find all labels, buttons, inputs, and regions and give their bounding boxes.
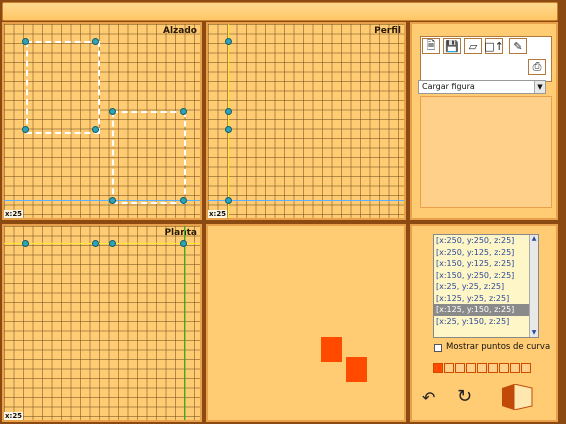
planta-view[interactable]: Planta x:25 [2,224,202,422]
plane-icon[interactable]: ▱ [464,38,482,54]
shape-outline [26,41,100,134]
show-curve-points-checkbox[interactable] [434,344,442,352]
vertex-point[interactable] [180,197,187,204]
load-figure-select[interactable]: Cargar figura ▼ [418,80,546,94]
vertex-point[interactable] [180,108,187,115]
alzado-view[interactable]: Alzado x:25 [2,22,202,220]
vertex-point[interactable] [225,197,232,204]
point-list-item[interactable]: [x:125, y:150, z:25] [434,304,538,316]
vertex-point[interactable] [92,38,99,45]
vertex-point[interactable] [109,197,116,204]
3d-cube-face [346,357,367,382]
scrollbar[interactable]: ▲ ▼ [529,235,538,337]
scale-label: x:25 [4,412,24,420]
rotate-vertical-icon[interactable]: ↻ [457,386,472,407]
scroll-up-icon[interactable]: ▲ [530,235,538,243]
color-swatch[interactable] [510,363,520,373]
perfil-title: Perfil [374,26,401,36]
point-list-item[interactable]: [x:25, y:25, z:25] [434,281,538,293]
color-swatch[interactable] [488,363,498,373]
color-swatch[interactable] [521,363,531,373]
vertex-point[interactable] [22,126,29,133]
color-swatch[interactable] [499,363,509,373]
door-icon[interactable] [500,383,534,411]
extrude-icon[interactable]: □↑ [484,38,504,54]
point-list-item[interactable]: [x:150, y:125, z:25] [434,258,538,270]
point-list-item[interactable]: [x:25, y:150, z:25] [434,316,538,328]
point-list[interactable]: [x:250, y:250, z:25] [x:250, y:125, z:25]… [433,234,539,338]
scale-label: x:25 [208,210,228,218]
point-list-item[interactable]: [x:125, y:25, z:25] [434,293,538,305]
rotate-horizontal-icon[interactable]: ↶ [422,388,435,407]
perfil-view[interactable]: Perfil x:25 [206,22,406,220]
vertex-point[interactable] [92,126,99,133]
point-list-item[interactable]: [x:150, y:250, z:25] [434,270,538,282]
vertex-point[interactable] [180,240,187,247]
eraser-icon[interactable]: ✎ [509,38,527,54]
scale-label: x:25 [4,210,24,218]
vertex-point[interactable] [109,108,116,115]
tools-panel: 🗎 💾 ▱ □↑ ✎ ⎙ [410,22,558,220]
3d-cube-face [321,337,342,362]
load-figure-value: Cargar figura [422,82,475,91]
chevron-down-icon[interactable]: ▼ [534,81,545,93]
x-axis-line [208,200,404,201]
vertex-point[interactable] [109,240,116,247]
color-swatch[interactable] [477,363,487,373]
vertex-point[interactable] [225,38,232,45]
alzado-title: Alzado [163,26,197,36]
color-swatch[interactable] [433,363,443,373]
color-swatch[interactable] [455,363,465,373]
show-curve-points-label: Mostrar puntos de curva [446,342,551,352]
shape-outline [112,111,186,204]
color-swatch[interactable] [444,363,454,373]
properties-area [420,96,552,208]
y-axis-line [228,24,229,218]
vertex-point[interactable] [225,126,232,133]
window-title-bar [2,2,558,21]
vertex-point[interactable] [22,38,29,45]
planta-title: Planta [164,228,197,238]
scroll-down-icon[interactable]: ▼ [530,329,538,337]
vertex-point[interactable] [22,240,29,247]
color-swatch[interactable] [466,363,476,373]
color-swatches [433,363,531,373]
point-list-item[interactable]: [x:250, y:125, z:25] [434,247,538,259]
new-file-icon[interactable]: 🗎 [422,38,440,54]
y-axis-line [184,226,185,420]
print-icon[interactable]: ⎙ [528,59,546,75]
vertex-point[interactable] [92,240,99,247]
3d-view[interactable] [206,224,406,422]
x-axis-line [4,243,200,244]
vertex-point[interactable] [225,108,232,115]
save-icon[interactable]: 💾 [443,38,461,54]
point-list-item[interactable]: [x:250, y:250, z:25] [434,235,538,247]
